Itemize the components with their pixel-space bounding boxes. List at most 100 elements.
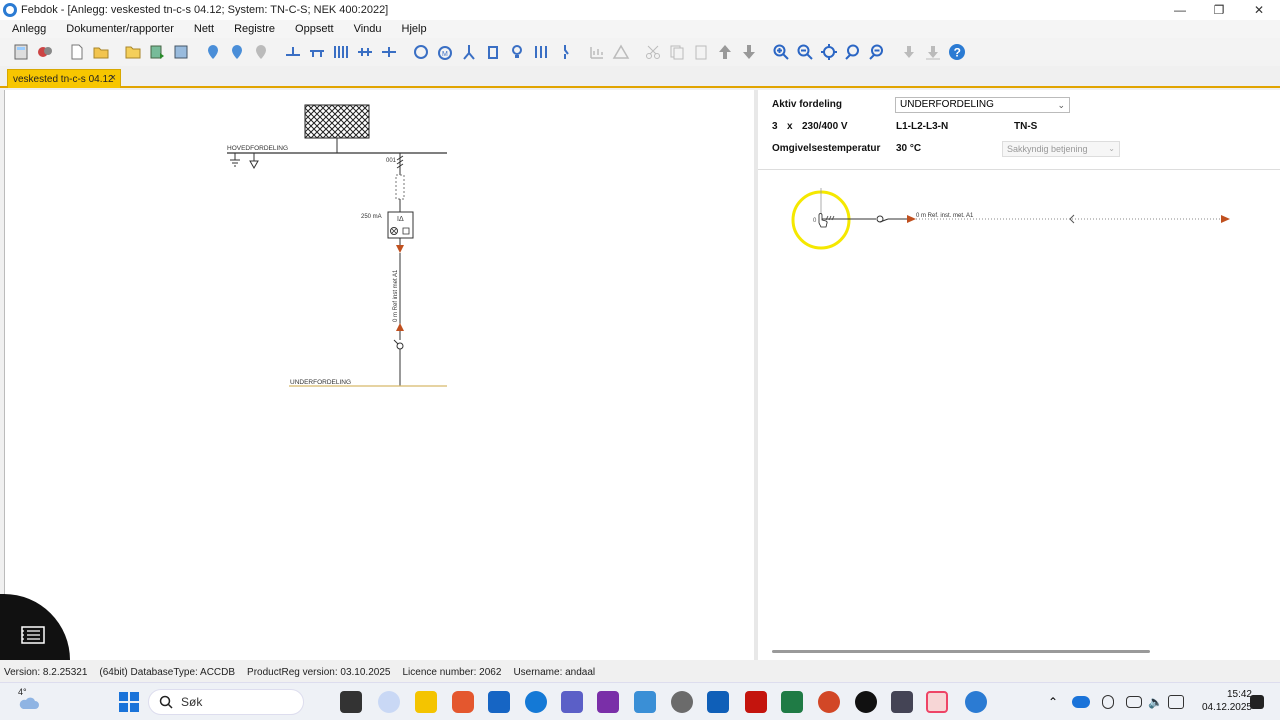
help-icon[interactable]: ? [946,41,968,63]
chevron-down-icon: ⌄ [1108,144,1115,153]
aktiv-fordeling-select[interactable]: UNDERFORDELING ⌄ [895,97,1070,113]
line-cable-label: 0 m Ref. inst. met. A1 [916,213,974,219]
rcd-device-icon[interactable]: IΔ [387,211,414,239]
menu-oppsett[interactable]: Oppsett [283,23,342,35]
file-explorer-icon[interactable] [415,691,437,713]
disconnector-switch-icon[interactable] [393,339,404,386]
folder-icon[interactable] [122,41,144,63]
arrow-up-icon[interactable] [714,41,736,63]
chevron-down-icon: ⌄ [1057,100,1065,110]
database-export-icon[interactable] [146,41,168,63]
chatgpt-icon[interactable] [855,691,877,713]
febdok-taskbar-icon[interactable] [926,691,948,713]
fuse-icon[interactable] [395,174,405,200]
battery-icon[interactable] [1168,695,1184,709]
restore-button[interactable]: ❐ [1199,0,1239,20]
weather-widget[interactable]: 4° [18,687,40,711]
menu-dokumenter[interactable]: Dokumenter/rapporter [54,23,182,35]
tab-close-icon[interactable]: × [110,72,116,84]
socket-icon[interactable] [482,41,504,63]
zoom-fit-icon[interactable] [818,41,840,63]
generator-icon[interactable] [410,41,432,63]
menu-hjelp[interactable]: Hjelp [390,23,435,35]
chart-disabled-icon [586,41,608,63]
close-button[interactable]: ✕ [1239,0,1279,20]
word-app-icon[interactable] [378,691,400,713]
operation-select: Sakkyndig betjening ⌄ [1002,141,1120,157]
calculator-icon[interactable] [10,41,32,63]
switch-icon[interactable] [554,41,576,63]
tools-icon[interactable] [34,41,56,63]
task-view-icon[interactable] [340,691,362,713]
acrobat-icon[interactable] [745,691,767,713]
menu-nett[interactable]: Nett [182,23,222,35]
tab-veskested[interactable]: veskested tn-c-s 04.12 × [7,69,121,88]
times-sign: x [787,121,793,132]
brave-browser-icon[interactable] [452,691,474,713]
line-view-svg[interactable]: 0 0 m Ref. inst. met. A1 [758,180,1280,280]
toolbar: M ? [0,38,1280,66]
busbar-tap-icon[interactable] [306,41,328,63]
zoom-in-2-icon[interactable] [842,41,864,63]
title-bar: Febdok - [Anlegg: veskested tn-c-s 04.12… [0,0,1280,20]
horizontal-scrollbar[interactable] [772,650,1150,653]
outlook-icon[interactable] [525,691,547,713]
lamp-icon[interactable] [506,41,528,63]
new-document-icon[interactable] [66,41,88,63]
zoom-out-icon[interactable] [794,41,816,63]
settings-gear-icon[interactable] [671,691,693,713]
aktiv-fordeling-label: Aktiv fordeling [772,99,843,110]
svg-text:IΔ: IΔ [397,216,404,223]
busbar-icon[interactable] [282,41,304,63]
notification-bell-icon[interactable] [1250,695,1264,709]
equipment-icon[interactable] [530,41,552,63]
document-tab-strip: veskested tn-c-s 04.12 × [0,66,1280,88]
powerpoint-icon[interactable] [818,691,840,713]
open-folder-icon[interactable] [90,41,112,63]
single-line-diagram-canvas[interactable]: HOVEDFORDELING 001 250 mA IΔ 0 m Ref ins… [4,90,754,660]
taskbar-search[interactable]: Søk [148,689,304,715]
minimize-button[interactable]: — [1160,0,1200,20]
microphone-icon[interactable] [1102,695,1114,709]
properties-pane: Aktiv fordeling UNDERFORDELING ⌄ 3 x 230… [758,90,1280,660]
arrow-down-icon[interactable] [738,41,760,63]
branch-icon[interactable] [458,41,480,63]
snipping-tool-icon[interactable] [634,691,656,713]
onenote-icon[interactable] [597,691,619,713]
display-icon[interactable] [1126,696,1142,708]
start-button[interactable] [118,691,140,713]
warning-disabled-icon [610,41,632,63]
circuit-breaker-icon[interactable] [396,153,404,175]
teams-icon[interactable] [561,691,583,713]
menu-registre[interactable]: Registre [222,23,283,35]
supply-source-block[interactable] [304,104,370,139]
location-pin-2-icon[interactable] [226,41,248,63]
zoom-out-2-icon[interactable] [866,41,888,63]
temperature-value[interactable]: 30 °C [896,143,921,154]
cloud-icon [19,697,39,709]
paste-disabled-icon [690,41,712,63]
motor-icon[interactable]: M [434,41,456,63]
chevron-up-icon[interactable]: ⌃ [1045,691,1061,713]
licence-text: Licence number: 2062 [402,666,502,678]
store-icon[interactable] [488,691,510,713]
speaker-icon[interactable]: 🔈 [1148,695,1164,709]
database-import-icon[interactable] [170,41,192,63]
connector-icon[interactable] [354,41,376,63]
menu-anlegg[interactable]: Anlegg [0,23,54,35]
productreg-text: ProductReg version: 03.10.2025 [247,666,391,678]
clock[interactable]: 15:42 04.12.2025 [1202,688,1252,714]
distribution-properties: Aktiv fordeling UNDERFORDELING ⌄ 3 x 230… [758,90,1280,170]
menu-vindu[interactable]: Vindu [342,23,390,35]
calculator-app-icon[interactable] [891,691,913,713]
location-pin-icon[interactable] [202,41,224,63]
febdok-2-taskbar-icon[interactable] [965,691,987,713]
outlook-mail-icon[interactable] [707,691,729,713]
zoom-in-icon[interactable] [770,41,792,63]
line-start-label: 0 [813,218,817,224]
onedrive-icon[interactable] [1072,696,1090,708]
connector-2-icon[interactable] [378,41,400,63]
sub-bus-label: UNDERFORDELING [290,379,351,386]
excel-icon[interactable] [781,691,803,713]
columns-icon[interactable] [330,41,352,63]
